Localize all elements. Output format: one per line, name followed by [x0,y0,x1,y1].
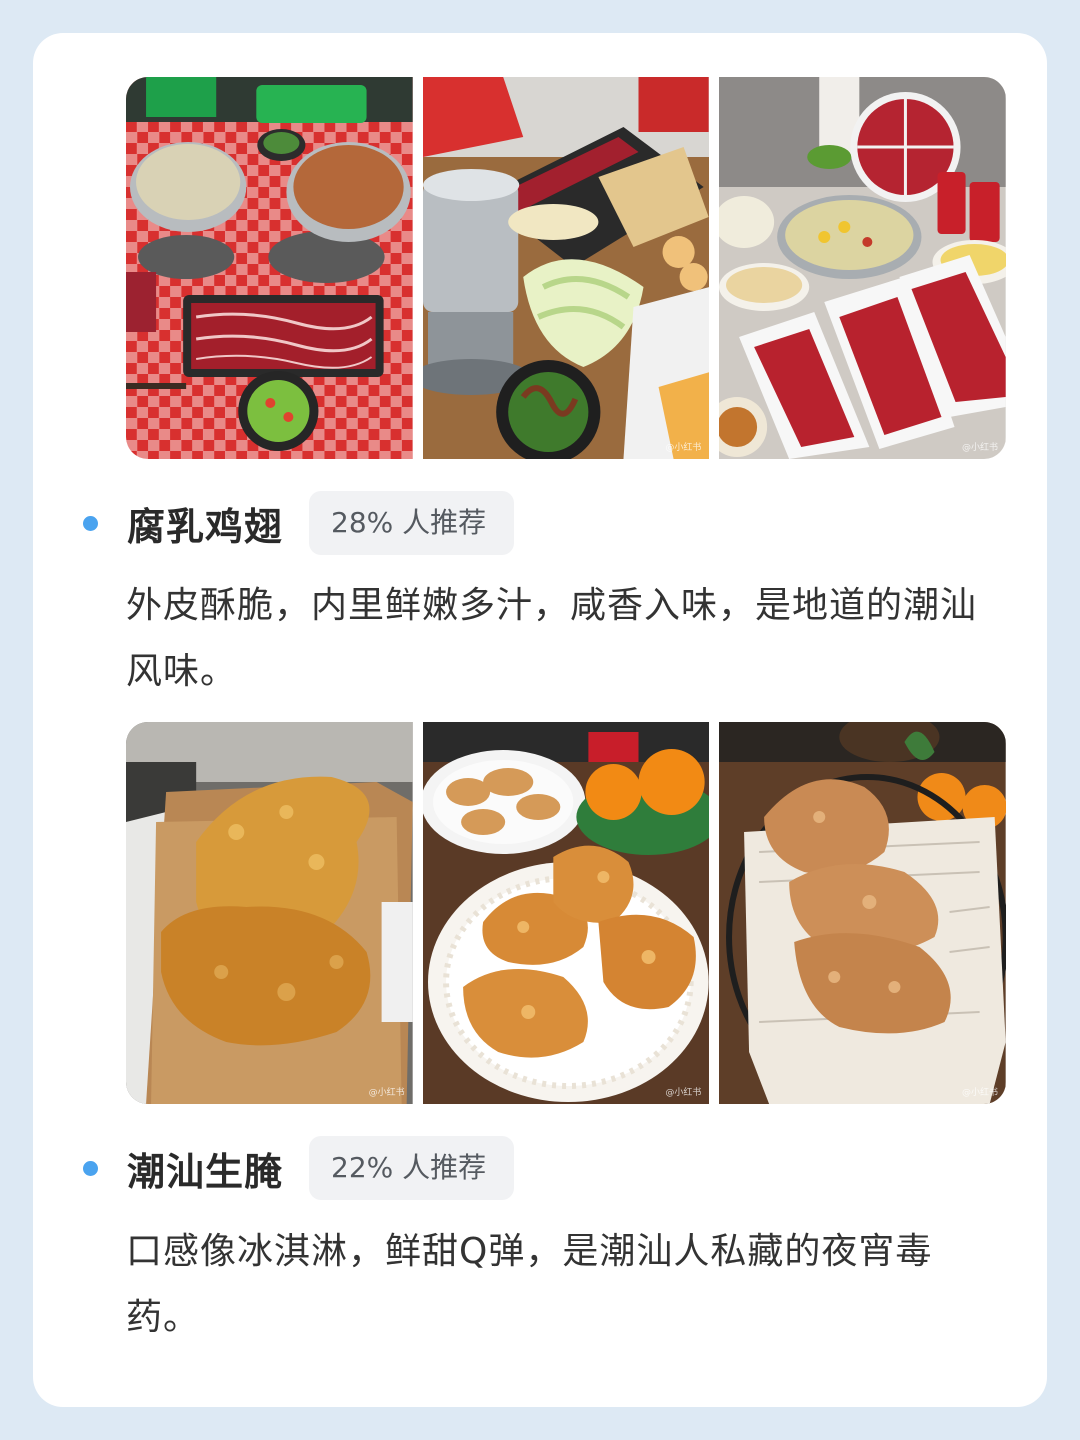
item-title: 潮汕生腌 [127,1149,284,1194]
recommend-badge: 28% 人推荐 [309,491,515,555]
hotpot-beef-platters-image [719,77,1006,459]
item-description: 口感像冰淇淋，鲜甜Q弹，是潮汕人私藏的夜宵毒药。 [126,1231,933,1338]
wings-plate-image [422,722,710,1104]
item-header: 潮汕生腌 22% 人推荐 [83,1135,515,1201]
hotpot-photo-3[interactable]: @小红书 [719,77,1006,459]
item-header: 腐乳鸡翅 28% 人推荐 [83,490,515,556]
photo-watermark: @小红书 [665,1088,702,1098]
hotpot-table-image [126,77,413,459]
wings-basket-image [719,722,1006,1104]
wings-box-image [126,722,413,1104]
recommend-badge: 22% 人推荐 [309,1136,515,1200]
bullet-dot [83,1160,98,1176]
hotpot-noodles-image [422,77,710,459]
bullet-dot [83,515,98,531]
item-description: 外皮酥脆，内里鲜嫩多汁，咸香入味，是地道的潮汕风味。 [126,585,978,692]
item-title: 腐乳鸡翅 [127,504,284,549]
hotpot-photo-1[interactable] [126,77,413,459]
content-card: @小红书 @小红书 腐乳鸡翅 28% 人推荐 外皮酥脆，内里鲜嫩多汁，咸香入味，… [33,33,1047,1407]
photo-watermark: @小红书 [665,443,702,453]
wings-photo-2[interactable]: @小红书 [422,722,710,1104]
photo-watermark: @小红书 [368,1088,405,1098]
photo-watermark: @小红书 [962,1088,999,1098]
hotpot-photo-gallery: @小红书 @小红书 [126,77,1006,459]
wings-photo-gallery: @小红书 @小红书 @小红书 [126,722,1006,1104]
wings-photo-1[interactable]: @小红书 [126,722,413,1104]
hotpot-photo-2[interactable]: @小红书 [422,77,710,459]
photo-watermark: @小红书 [962,443,999,453]
wings-photo-3[interactable]: @小红书 [719,722,1006,1104]
